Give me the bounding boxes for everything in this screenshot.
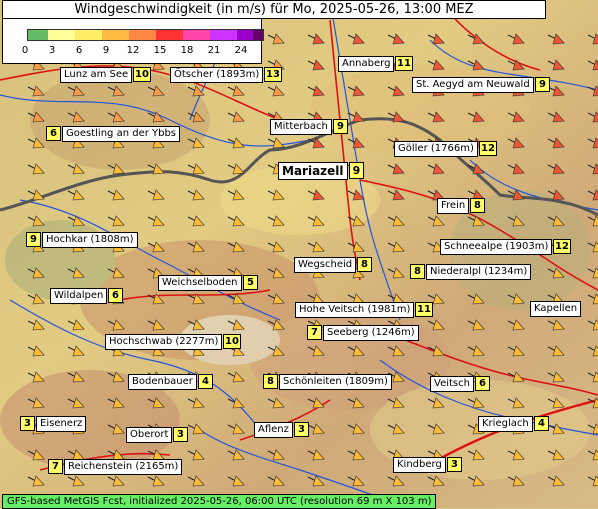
legend-color-segment bbox=[156, 30, 183, 40]
legend-color-segment bbox=[129, 30, 156, 40]
legend-tick-label: 15 bbox=[153, 45, 167, 56]
location-label-wegscheid: Wegscheid bbox=[294, 257, 357, 273]
legend-tick-label: 0 bbox=[21, 45, 29, 56]
location-label-g-ller-1766m: Göller (1766m) bbox=[394, 141, 478, 157]
wind-speed-badge: 5 bbox=[243, 275, 258, 290]
legend-color-segment bbox=[237, 30, 253, 40]
legend-color-segment bbox=[75, 30, 102, 40]
wind-speed-badge: 7 bbox=[307, 325, 322, 340]
location-label-wildalpen: Wildalpen bbox=[50, 288, 108, 304]
location-label-hochschwab-2277m: Hochschwab (2277m) bbox=[105, 334, 223, 350]
location-label-lunz-am-see: Lunz am See bbox=[60, 67, 133, 83]
wind-speed-badge: 3 bbox=[173, 427, 188, 442]
location-label-tscher-1893m: Ötscher (1893m) bbox=[170, 67, 264, 83]
legend-tick-label: 18 bbox=[180, 45, 194, 56]
location-label-weichselboden: Weichselboden bbox=[158, 275, 242, 291]
wind-speed-badge: 7 bbox=[48, 459, 63, 474]
location-label-mariazell: Mariazell bbox=[278, 162, 348, 180]
location-label-krieglach: Krieglach bbox=[478, 416, 533, 432]
legend-tick-label: 9 bbox=[102, 45, 110, 56]
legend: 0 3 6 9 12 15 18 21 24 bbox=[2, 18, 264, 64]
wind-speed-badge: 4 bbox=[534, 416, 549, 431]
location-label-hohe-veitsch-1981m: Hohe Veitsch (1981m) bbox=[295, 302, 415, 318]
legend-color-segment bbox=[28, 30, 48, 40]
location-label-frein: Frein bbox=[437, 198, 470, 214]
legend-tick-label: 3 bbox=[48, 45, 56, 56]
wind-speed-badge: 13 bbox=[264, 67, 282, 82]
wind-speed-badge: 3 bbox=[294, 422, 309, 437]
legend-color-scale bbox=[27, 29, 264, 41]
wind-speed-badge: 9 bbox=[349, 162, 364, 179]
title-bar: Windgeschwindigkeit (in m/s) für Mo, 202… bbox=[2, 0, 546, 19]
wind-speed-badge: 11 bbox=[415, 302, 433, 317]
legend-color-segment bbox=[183, 30, 210, 40]
location-label-annaberg: Annaberg bbox=[338, 56, 395, 72]
wind-speed-badge: 6 bbox=[46, 126, 61, 141]
location-label-kindberg: Kindberg bbox=[393, 457, 446, 473]
location-label-eisenerz: Eisenerz bbox=[36, 416, 87, 432]
wind-speed-badge: 12 bbox=[479, 141, 497, 156]
location-label-schneealpe-1903m: Schneealpe (1903m) bbox=[440, 239, 553, 255]
wind-speed-badge: 6 bbox=[108, 288, 123, 303]
wind-speed-badge: 10 bbox=[133, 67, 151, 82]
wind-speed-badge: 8 bbox=[263, 374, 278, 389]
map-title: Windgeschwindigkeit (in m/s) für Mo, 202… bbox=[74, 2, 474, 17]
location-label-reichenstein-2165m: Reichenstein (2165m) bbox=[64, 459, 183, 475]
location-label-sch-nleiten-1809m: Schönleiten (1809m) bbox=[279, 374, 392, 390]
location-label-goestling-an-der-ybbs: Goestling an der Ybbs bbox=[62, 126, 181, 142]
wind-speed-badge: 8 bbox=[357, 257, 372, 272]
location-label-aflenz: Aflenz bbox=[254, 422, 293, 438]
wind-speed-badge: 9 bbox=[26, 232, 41, 247]
location-label-st-aegyd-am-neuwald: St. Aegyd am Neuwald bbox=[412, 77, 534, 93]
wind-speed-badge: 4 bbox=[198, 374, 213, 389]
wind-speed-badge: 3 bbox=[20, 416, 35, 431]
legend-tick-label: 12 bbox=[126, 45, 140, 56]
wind-speed-badge: 6 bbox=[475, 376, 490, 391]
location-label-seeberg-1246m: Seeberg (1246m) bbox=[323, 325, 419, 341]
wind-speed-badge: 10 bbox=[223, 334, 241, 349]
wind-speed-badge: 8 bbox=[470, 198, 485, 213]
location-label-hochkar-1808m: Hochkar (1808m) bbox=[42, 232, 138, 248]
footer-info: GFS-based MetGIS Fcst, initialized 2025-… bbox=[2, 494, 437, 509]
location-label-oberort: Oberort bbox=[126, 427, 173, 443]
wind-speed-badge: 9 bbox=[535, 77, 550, 92]
legend-tick-label: 21 bbox=[207, 45, 221, 56]
location-label-bodenbauer: Bodenbauer bbox=[128, 374, 197, 390]
legend-color-segment bbox=[48, 30, 75, 40]
wind-speed-badge: 8 bbox=[410, 264, 425, 279]
wind-speed-badge: 9 bbox=[333, 119, 348, 134]
legend-tick-label: 6 bbox=[75, 45, 83, 56]
legend-color-segment bbox=[102, 30, 129, 40]
wind-speed-badge: 12 bbox=[553, 239, 571, 254]
legend-color-segment bbox=[253, 30, 263, 40]
location-label-mitterbach: Mitterbach bbox=[270, 119, 332, 135]
legend-color-segment bbox=[210, 30, 237, 40]
wind-speed-badge: 11 bbox=[395, 56, 413, 71]
location-label-niederalpl-1234m: Niederalpl (1234m) bbox=[426, 264, 532, 280]
location-label-veitsch: Veitsch bbox=[430, 376, 474, 392]
location-label-kapellen: Kapellen bbox=[530, 301, 582, 317]
wind-speed-badge: 3 bbox=[447, 457, 462, 472]
legend-tick-label: 24 bbox=[234, 45, 248, 56]
